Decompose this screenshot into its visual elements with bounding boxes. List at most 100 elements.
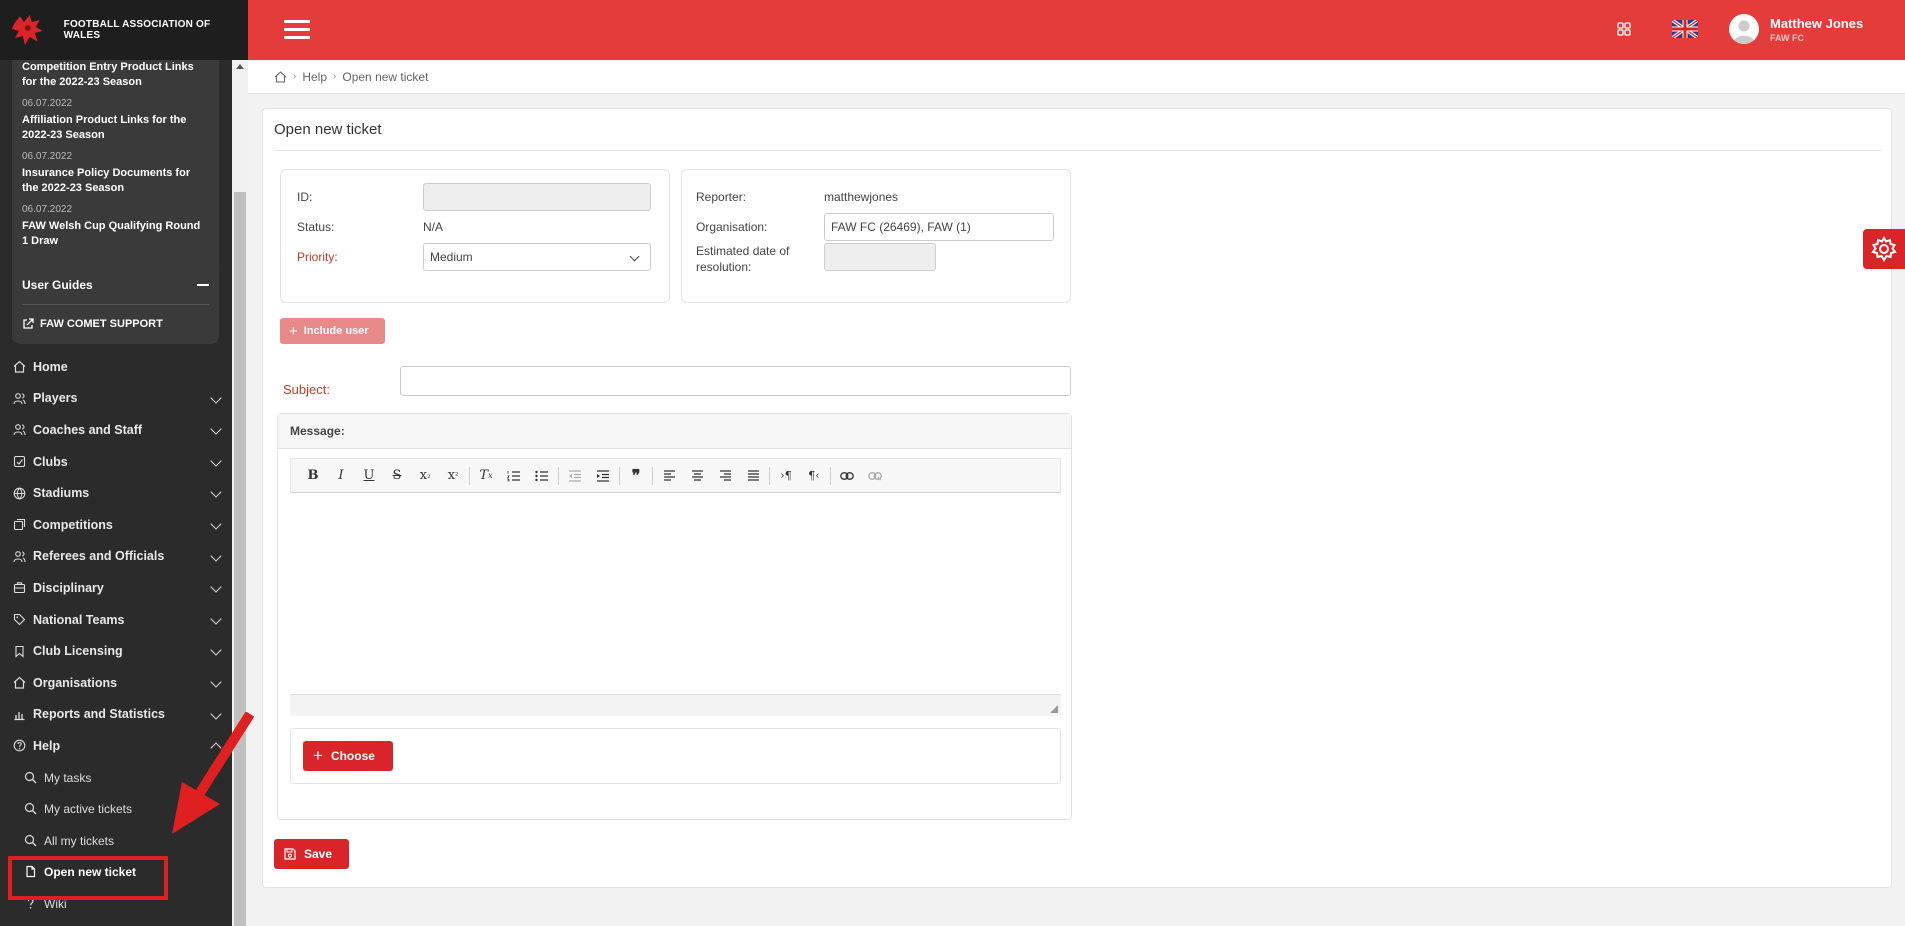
indent-icon[interactable] xyxy=(589,464,617,488)
numbered-list-icon[interactable] xyxy=(500,464,528,488)
save-floppy-icon xyxy=(284,848,296,860)
priority-selected-value: Medium xyxy=(430,250,473,264)
toolbar-separator xyxy=(469,466,470,485)
align-left-icon[interactable] xyxy=(655,464,683,488)
gear-icon xyxy=(1871,236,1897,262)
subject-input[interactable] xyxy=(400,366,1071,396)
toolbar-separator xyxy=(619,466,620,485)
nav-label: Competitions xyxy=(33,517,113,532)
uk-flag-icon[interactable] xyxy=(1672,20,1698,38)
remove-format-icon[interactable]: Tx xyxy=(472,464,500,488)
nav-item-players[interactable]: Players xyxy=(0,383,232,415)
apps-grid-icon[interactable] xyxy=(1617,22,1631,36)
hamburger-menu-icon[interactable] xyxy=(284,20,310,40)
globe-icon xyxy=(12,486,26,500)
nav-item-clubs[interactable]: Clubs xyxy=(0,446,232,478)
user-organisation: FAW FC xyxy=(1770,33,1804,43)
resize-handle-icon[interactable] xyxy=(1050,705,1058,713)
nav-item-coaches-and-staff[interactable]: Coaches and Staff xyxy=(0,414,232,446)
brand-header[interactable]: FOOTBALL ASSOCIATION OF WALES xyxy=(0,0,248,60)
nav-item-organisations[interactable]: Organisations xyxy=(0,667,232,699)
nav-item-disciplinary[interactable]: Disciplinary xyxy=(0,572,232,604)
settings-button[interactable] xyxy=(1863,229,1905,269)
nav-label: Stadiums xyxy=(33,486,90,501)
news-date: 06.07.2022 xyxy=(22,98,73,109)
text-direction-rtl-icon[interactable]: ¶‹ xyxy=(800,464,828,488)
resolution-date-label-line: Estimated date of xyxy=(696,244,790,258)
collapse-minus-icon[interactable] xyxy=(197,283,209,286)
nav-sub-label: All my tickets xyxy=(44,833,115,848)
breadcrumb: › Help › Open new ticket xyxy=(248,60,1905,94)
nav-label: Help xyxy=(33,738,61,753)
outdent-icon[interactable] xyxy=(561,464,589,488)
resolution-date-field[interactable] xyxy=(824,243,936,271)
nav-item-competitions[interactable]: Competitions xyxy=(0,509,232,541)
users-icon xyxy=(12,423,26,437)
home-icon xyxy=(12,676,26,690)
link-icon[interactable] xyxy=(833,464,861,488)
choose-file-button[interactable]: + Choose xyxy=(303,741,393,771)
breadcrumb-home-icon[interactable] xyxy=(274,70,287,83)
nav-item-referees-and-officials[interactable]: Referees and Officials xyxy=(0,541,232,573)
news-item[interactable]: 06.07.2022 Insurance Policy Documents fo… xyxy=(22,151,209,196)
topbar: Matthew Jones FAW FC xyxy=(248,0,1905,60)
nav-label: Coaches and Staff xyxy=(33,422,143,437)
user-guides-header[interactable]: User Guides xyxy=(22,265,209,305)
subscript-icon[interactable]: x₂ xyxy=(411,464,439,488)
nav-label: Clubs xyxy=(33,454,68,469)
user-name[interactable]: Matthew Jones xyxy=(1770,16,1863,31)
news-item[interactable]: 06.07.2022 Affiliation Product Links for… xyxy=(22,98,209,143)
briefcase-icon xyxy=(12,581,26,595)
news-item[interactable]: Competition Entry Product Links for the … xyxy=(22,60,209,90)
user-guides-box: User Guides FAW COMET SUPPORT xyxy=(12,265,219,344)
chevron-down-icon xyxy=(210,613,222,625)
bold-icon[interactable]: B xyxy=(299,464,327,488)
message-editor-area[interactable] xyxy=(290,494,1061,694)
save-button[interactable]: Save xyxy=(274,839,349,869)
ticket-info-panel: ID: Status: N/A Priority: Medium xyxy=(280,169,670,303)
breadcrumb-current: Open new ticket xyxy=(342,69,429,84)
nav-item-national-teams[interactable]: National Teams xyxy=(0,604,232,636)
breadcrumb-help-link[interactable]: Help xyxy=(302,70,327,84)
include-user-button[interactable]: + Include user xyxy=(280,318,385,344)
search-icon xyxy=(24,771,38,785)
blockquote-icon[interactable]: ❞ xyxy=(622,464,650,488)
nav-item-stadiums[interactable]: Stadiums xyxy=(0,477,232,509)
id-field[interactable] xyxy=(423,183,651,211)
organisation-field[interactable] xyxy=(824,213,1054,241)
nav-label: Reports and Statistics xyxy=(33,707,165,722)
underline-icon[interactable]: U xyxy=(355,464,383,488)
unlink-icon[interactable] xyxy=(861,464,889,488)
brand-name: FOOTBALL ASSOCIATION OF WALES xyxy=(63,19,211,41)
chevron-down-icon xyxy=(210,486,222,499)
priority-select[interactable]: Medium xyxy=(423,243,651,271)
status-label: Status: xyxy=(297,220,335,234)
faw-comet-support-link[interactable]: FAW COMET SUPPORT xyxy=(22,305,209,343)
toolbar-separator xyxy=(558,466,559,485)
align-justify-icon[interactable] xyxy=(739,464,767,488)
superscript-icon[interactable]: x² xyxy=(439,464,467,488)
nav-item-home[interactable]: Home xyxy=(0,351,232,383)
nav-item-club-licensing[interactable]: Club Licensing xyxy=(0,635,232,667)
save-label: Save xyxy=(304,847,333,861)
bullet-list-icon[interactable] xyxy=(528,464,556,488)
italic-icon[interactable]: I xyxy=(327,464,355,488)
message-editor-panel: Message: B I U S x₂ x² Tx ❞ ›¶ ¶‹ + Choo… xyxy=(277,413,1072,820)
bookmark-icon xyxy=(12,644,26,658)
chevron-down-icon xyxy=(210,391,222,404)
align-center-icon[interactable] xyxy=(683,464,711,488)
nav-label: Disciplinary xyxy=(33,580,104,595)
align-right-icon[interactable] xyxy=(711,464,739,488)
news-item[interactable]: 06.07.2022 FAW Welsh Cup Qualifying Roun… xyxy=(22,204,209,249)
home-icon xyxy=(12,360,26,374)
help-circle-icon xyxy=(12,739,26,753)
toolbar-separator xyxy=(830,466,831,485)
scroll-up-arrow-icon[interactable] xyxy=(236,64,244,69)
text-direction-ltr-icon[interactable]: ›¶ xyxy=(772,464,800,488)
avatar[interactable] xyxy=(1729,14,1759,44)
nav-label: National Teams xyxy=(33,612,125,627)
news-title: Affiliation Product Links for the 2022-2… xyxy=(22,114,187,141)
plus-icon: + xyxy=(289,322,298,340)
strikethrough-icon[interactable]: S xyxy=(383,464,411,488)
reporter-value: matthewjones xyxy=(824,190,899,204)
